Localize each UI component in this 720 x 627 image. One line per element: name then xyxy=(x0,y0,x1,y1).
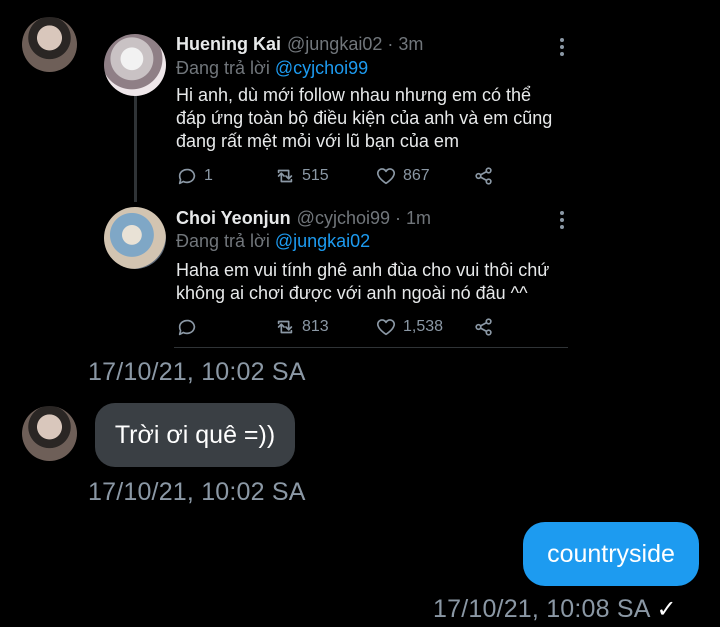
sender-avatar[interactable] xyxy=(22,17,77,72)
tweet1-author[interactable]: Huening Kai @jungkai02 · 3m xyxy=(176,34,423,55)
outgoing-message-bubble[interactable]: countryside xyxy=(523,522,699,586)
incoming-message-text: Trời ơi quê =)) xyxy=(114,420,276,449)
message-timestamp: 17/10/21, 10:02 SA xyxy=(88,478,306,506)
share-icon xyxy=(475,318,492,336)
tweet2-name: Choi Yeonjun xyxy=(176,208,291,228)
message-timestamp: 17/10/21, 10:08 SA ✓ xyxy=(433,595,677,624)
tweet1-reply-button[interactable]: 1 xyxy=(176,165,213,187)
reply-prefix: Đang trả lời xyxy=(176,231,275,251)
tweet2-retweet-count: 813 xyxy=(302,318,329,335)
reply-icon xyxy=(178,168,196,185)
reply-icon xyxy=(178,319,196,336)
outgoing-message-text: countryside xyxy=(547,539,675,568)
tweet1-handle: @jungkai02 · 3m xyxy=(287,34,424,54)
like-icon xyxy=(376,319,396,336)
tweet-card-divider xyxy=(174,347,568,348)
tweet1-text: Hi anh, dù mới follow nhau nhưng em có t… xyxy=(176,85,553,151)
tweet1-avatar[interactable] xyxy=(104,34,166,96)
tweet2-avatar[interactable] xyxy=(104,207,166,269)
retweet-icon xyxy=(277,320,293,334)
like-icon xyxy=(376,168,396,185)
tweet1-like-count: 867 xyxy=(403,167,430,184)
tweet2-text: Haha em vui tính ghê anh đùa cho vui thô… xyxy=(176,260,550,303)
tweet2-retweet-button[interactable]: 813 xyxy=(274,316,329,338)
tweet1-like-button[interactable]: 867 xyxy=(375,165,430,187)
sent-check-icon: ✓ xyxy=(656,596,677,623)
incoming-message-bubble[interactable]: Trời ơi quê =)) xyxy=(95,403,295,467)
reply-prefix: Đang trả lời xyxy=(176,58,275,78)
tweet1-reply-count: 1 xyxy=(204,167,213,184)
tweet2-share-button[interactable] xyxy=(473,316,495,338)
tweet2-author[interactable]: Choi Yeonjun @cyjchoi99 · 1m xyxy=(176,208,431,229)
tweet2-mention-link[interactable]: @jungkai02 xyxy=(275,231,370,251)
tweet2-handle: @cyjchoi99 · 1m xyxy=(296,208,431,228)
thread-line xyxy=(134,87,137,202)
tweet1-reply-to: Đang trả lời @cyjchoi99 xyxy=(176,58,368,79)
tweet2-reply-button[interactable] xyxy=(176,316,204,338)
tweet2-reply-to: Đang trả lời @jungkai02 xyxy=(176,231,370,252)
retweet-icon xyxy=(277,169,293,183)
tweet1-more-icon[interactable] xyxy=(559,38,565,56)
tweet1-share-button[interactable] xyxy=(473,165,495,187)
tweet2-like-button[interactable]: 1,538 xyxy=(375,316,443,338)
sender-avatar[interactable] xyxy=(22,406,77,461)
outgoing-timestamp: 17/10/21, 10:08 SA xyxy=(433,595,650,623)
tweet1-name: Huening Kai xyxy=(176,34,282,54)
tweet1-retweet-count: 515 xyxy=(302,167,329,184)
message-timestamp: 17/10/21, 10:02 SA xyxy=(88,358,306,386)
tweet1-retweet-button[interactable]: 515 xyxy=(274,165,329,187)
share-icon xyxy=(475,167,492,185)
tweet2-more-icon[interactable] xyxy=(559,211,565,229)
tweet1-mention-link[interactable]: @cyjchoi99 xyxy=(275,58,368,78)
tweet2-like-count: 1,538 xyxy=(403,318,444,335)
